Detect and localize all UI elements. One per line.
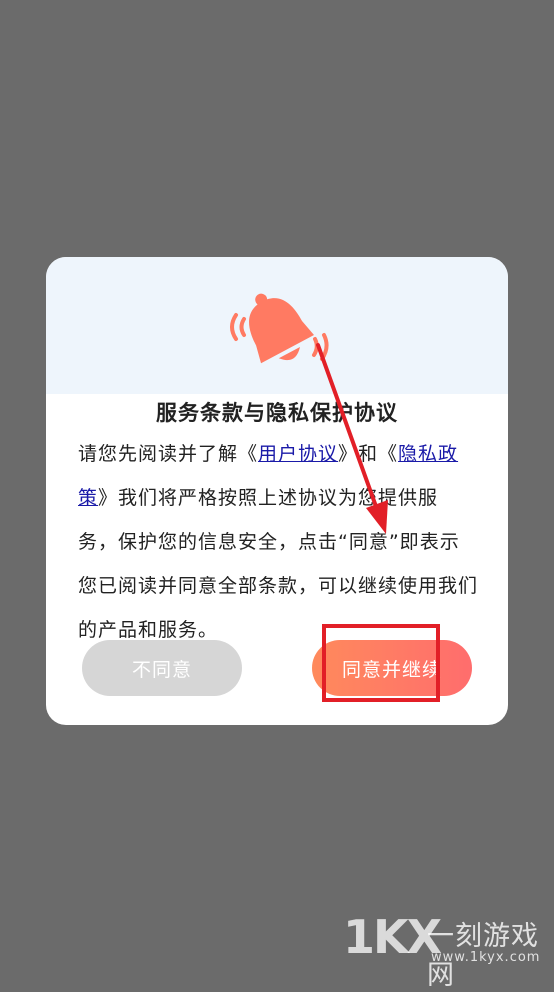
watermark-url: www.1kyx.com xyxy=(431,950,541,965)
agreement-text-part3: 》我们将严格按照上述协议为您提供服务，保护您的信息安全，点击“同意”即表示您已阅… xyxy=(78,487,479,641)
agreement-text-part1: 请您先阅读并了解《 xyxy=(78,443,259,465)
disagree-button[interactable]: 不同意 xyxy=(82,640,242,696)
bell-icon xyxy=(230,293,329,364)
watermark-logo: 1KX xyxy=(343,910,442,964)
annotation-highlight-box xyxy=(322,624,440,702)
dialog-title: 服务条款与隐私保护协议 xyxy=(156,401,398,425)
agreement-text-part2: 》和《 xyxy=(338,443,399,465)
site-watermark: 1KX 一刻游戏网 www.1kyx.com xyxy=(343,910,553,991)
agreement-text: 请您先阅读并了解《用户协议》和《隐私政策》我们将严格按照上述协议为您提供服务，保… xyxy=(78,432,478,652)
user-agreement-link[interactable]: 用户协议 xyxy=(258,443,338,465)
